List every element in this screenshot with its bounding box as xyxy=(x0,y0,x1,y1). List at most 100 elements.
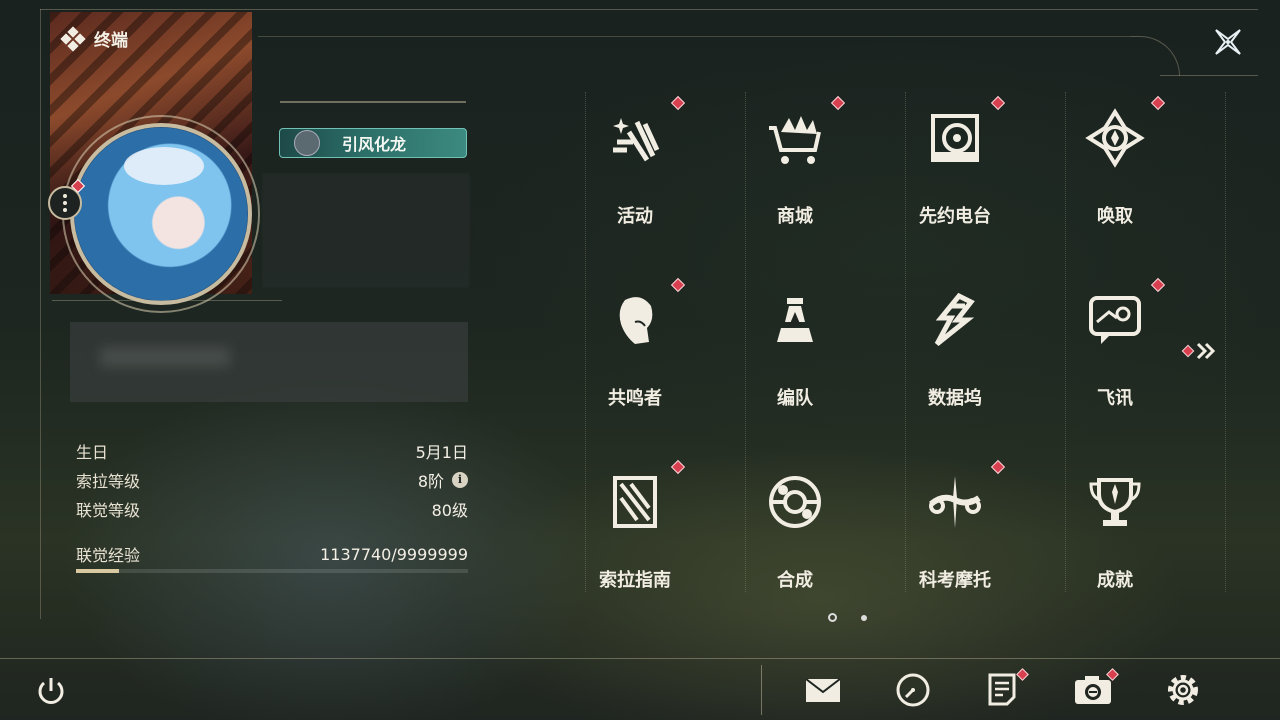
mail-icon xyxy=(805,678,841,702)
menu-item-resonator[interactable]: 共鸣者 xyxy=(555,274,715,424)
page-indicator xyxy=(828,613,867,622)
synthesis-icon xyxy=(769,476,821,528)
menu-item-message[interactable]: 飞讯 xyxy=(1035,274,1195,424)
exp-row: 联觉经验 1137740/9999999 xyxy=(76,543,468,573)
menu-item-trophy[interactable]: 成就 xyxy=(1035,456,1195,606)
motorbike-icon xyxy=(929,476,981,528)
blurred-signature-area[interactable] xyxy=(70,322,468,402)
power-button[interactable] xyxy=(33,673,69,709)
stat-label: 索拉等级 xyxy=(76,471,141,491)
menu-item-label: 活动 xyxy=(617,206,653,227)
stat-label: 生日 xyxy=(76,442,109,462)
menu-item-data-bank[interactable]: 数据坞 xyxy=(875,274,1035,424)
resonator-icon xyxy=(619,297,653,344)
notes-button[interactable] xyxy=(983,668,1029,710)
terminal-header: 终端 xyxy=(60,25,128,52)
header-line xyxy=(258,36,1130,37)
next-page-button[interactable] xyxy=(1181,340,1222,362)
title-badge[interactable]: 引风化龙 xyxy=(279,128,467,158)
page-dot[interactable] xyxy=(861,614,867,621)
mail-button[interactable] xyxy=(803,670,843,710)
grid-separator xyxy=(745,92,746,592)
double-chevron-right-icon xyxy=(1181,342,1216,360)
notification-badge xyxy=(670,459,686,475)
stat-value-wrap: 8阶 i xyxy=(418,468,468,492)
info-icon[interactable]: i xyxy=(452,471,468,488)
bottom-bar-separator xyxy=(761,665,762,715)
close-icon xyxy=(1215,29,1241,55)
profile-divider xyxy=(52,300,282,301)
notification-badge xyxy=(830,95,846,111)
stat-sol-level: 索拉等级 8阶 i xyxy=(76,465,468,494)
menu-item-shop-cart[interactable]: 商城 xyxy=(715,92,875,242)
menu-item-label: 合成 xyxy=(777,570,813,591)
data-bank-icon xyxy=(934,292,975,346)
menu-item-label: 索拉指南 xyxy=(599,570,671,591)
stat-label: 联觉等级 xyxy=(76,500,141,520)
stat-value: 5月1日 xyxy=(415,442,468,462)
menu-item-label: 唤取 xyxy=(1097,206,1133,227)
stat-birthday: 生日 5月1日 xyxy=(76,436,468,465)
message-icon xyxy=(1089,296,1141,344)
profile-stats: 生日 5月1日 索拉等级 8阶 i 联觉等级 80级 联觉经验 1137740/… xyxy=(76,436,468,573)
bottom-bar-line xyxy=(0,658,1280,659)
exp-progress-bar xyxy=(76,569,468,573)
notification-badge xyxy=(990,459,1006,475)
grid-separator xyxy=(1065,92,1066,592)
frame-left-line xyxy=(40,9,41,619)
close-button[interactable] xyxy=(1208,22,1248,62)
trophy-icon xyxy=(1089,478,1141,526)
menu-item-radio[interactable]: 先约电台 xyxy=(875,92,1035,242)
menu-item-convene[interactable]: 唤取 xyxy=(1035,92,1195,242)
menu-item-label: 编队 xyxy=(777,388,813,409)
menu-item-guide[interactable]: 索拉指南 xyxy=(555,456,715,606)
gear-icon xyxy=(1168,675,1198,705)
grid-separator xyxy=(1225,92,1226,592)
exp-progress-fill xyxy=(76,569,120,573)
notification-badge xyxy=(670,95,686,111)
exp-label: 联觉经验 xyxy=(76,546,141,565)
grid-separator xyxy=(905,92,906,592)
menu-item-synthesis[interactable]: 合成 xyxy=(715,456,875,606)
menu-item-label: 商城 xyxy=(777,206,813,227)
menu-item-label: 共鸣者 xyxy=(608,388,662,409)
clock-icon xyxy=(896,673,930,707)
notification-badge xyxy=(990,95,1006,111)
notification-badge xyxy=(670,277,686,293)
grid-separator xyxy=(585,92,586,592)
page-dot-active[interactable] xyxy=(828,613,837,622)
menu-item-label: 数据坞 xyxy=(928,388,982,409)
activity-icon xyxy=(613,118,660,162)
power-icon xyxy=(38,678,64,704)
shop-cart-icon xyxy=(769,116,821,164)
frame-corner xyxy=(1130,36,1180,76)
notification-badge xyxy=(1150,277,1166,293)
radio-icon xyxy=(931,114,979,162)
stat-value: 80级 xyxy=(431,500,468,520)
menu-item-motorbike[interactable]: 科考摩托 xyxy=(875,456,1035,606)
menu-item-label: 飞讯 xyxy=(1097,388,1133,409)
stat-value: 8阶 xyxy=(417,471,444,491)
avatar[interactable] xyxy=(70,123,252,305)
menu-item-activity[interactable]: 活动 xyxy=(555,92,715,242)
camera-button[interactable] xyxy=(1073,668,1119,710)
page-title: 终端 xyxy=(94,31,128,51)
exp-value: 1137740/9999999 xyxy=(320,544,468,564)
stat-union-level: 联觉等级 80级 xyxy=(76,494,468,523)
clock-button[interactable] xyxy=(893,670,933,710)
guide-icon xyxy=(613,476,657,528)
name-underline xyxy=(280,101,466,103)
menu-item-label: 成就 xyxy=(1097,570,1133,591)
menu-item-label: 先约电台 xyxy=(919,206,991,227)
frame-right-line xyxy=(1160,75,1258,76)
terminal-diamond-icon xyxy=(60,25,86,52)
frame-top-line xyxy=(40,9,1258,10)
title-badge-label: 引风化龙 xyxy=(342,135,407,154)
notification-badge xyxy=(1150,95,1166,111)
menu-item-label: 科考摩托 xyxy=(919,570,991,591)
menu-item-team-chess[interactable]: 编队 xyxy=(715,274,875,424)
settings-button[interactable] xyxy=(1163,670,1203,710)
team-chess-icon xyxy=(777,298,813,342)
blurred-name-area xyxy=(262,173,470,288)
convene-icon xyxy=(1085,108,1145,168)
